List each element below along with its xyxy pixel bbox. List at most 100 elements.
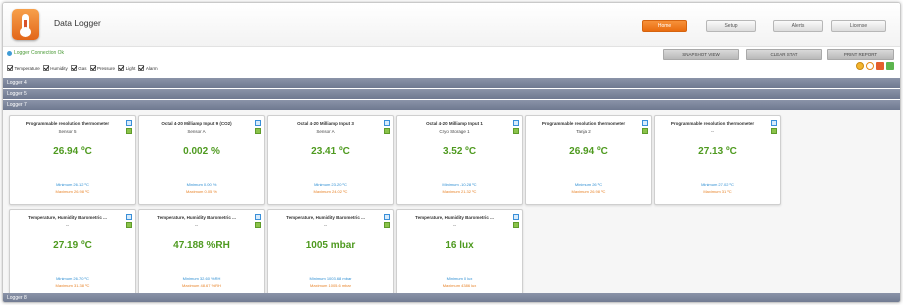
chart-icon[interactable] [255,128,261,134]
sensor-card-subtitle: Sensor A [187,129,206,134]
sensor-card-value: 1005 mbar [305,240,356,251]
filter-pressure-checkbox[interactable]: Pressure [89,65,115,71]
logger-bar-7[interactable]: Logger 7 [3,100,900,110]
filter-temperature-checkbox[interactable]: Temperature [7,65,40,71]
sensor-card-subtitle: Sensor A [316,129,335,134]
connection-text: Logger Connection Ok [14,50,65,56]
filter-humidity-checkbox[interactable]: Humidity [42,65,68,71]
sensor-card[interactable]: Temperature, Humidity Barometric ... -- … [267,209,394,299]
window-icon[interactable] [255,120,261,126]
window-icon[interactable] [771,120,777,126]
chart-icon[interactable] [255,222,261,228]
window-icon[interactable] [126,214,132,220]
window-icon[interactable] [513,120,519,126]
sensor-card-subtitle: -- [195,223,198,228]
sensor-card-subtitle: Sensor 5 [58,129,77,134]
sensor-card-value: 0.002 % [183,146,220,157]
sensor-card-value: 47.188 %RH [173,240,230,251]
sensor-card-maximum: Maximum 0.05 % [186,189,217,194]
sensor-card-value: 26.94 ºC [569,146,608,157]
sensor-card-title: Temperature, Humidity Barometric ... [286,215,365,220]
sensor-card[interactable]: Programmable resolution thermometer Tanj… [525,115,652,205]
logger-7-panel: Programmable resolution thermometer Sens… [3,110,900,299]
chart-icon[interactable] [126,222,132,228]
sensor-card[interactable]: Temperature, Humidity Barometric ... -- … [396,209,523,299]
sensor-card-minimum: Minimum 0 lux [446,276,473,281]
sensor-filter-row: Temperature Humidity Gas Pressure Light … [7,65,161,71]
clear-stat-button[interactable]: CLEAR STAT [746,49,822,60]
chart-icon[interactable] [384,128,390,134]
filter-alarm-checkbox[interactable]: Alarm [138,65,158,71]
grid-icon[interactable] [886,62,894,70]
window-icon[interactable] [126,120,132,126]
sensor-card-minimum: Minimum 0.00 % [186,182,217,187]
sensor-card-subtitle: -- [711,129,714,134]
connection-status: Logger Connection Ok [7,50,64,56]
logger-bar-4[interactable]: Logger 4 [3,78,900,88]
logger-bar-8[interactable]: Logger 8 [3,293,900,302]
sensor-card-subtitle: -- [453,223,456,228]
sensor-card-title: Programmable resolution thermometer [670,121,755,126]
window-icon[interactable] [513,214,519,220]
checkbox-icon [89,65,96,71]
filter-light-checkbox[interactable]: Light [118,65,135,71]
sensor-card-maximum: Maximum 21.32 ºC [442,189,477,194]
chart-icon[interactable] [384,222,390,228]
logger-bar-5[interactable]: Logger 5 [3,89,900,99]
sensor-card-minimum: Minimum -10.28 ºC [442,182,477,187]
sensor-card[interactable]: Temperature, Humidity Barometric ... -- … [9,209,136,299]
upload-icon[interactable] [866,62,874,70]
app-title: Data Logger [54,18,101,28]
nav-setup-button[interactable]: Setup [706,20,756,32]
snapshot-view-button[interactable]: SNAPSHOT VIEW [663,49,739,60]
sensor-card-title: Temperature, Humidity Barometric ... [157,215,236,220]
sensor-card-subtitle: Tanja 2 [576,129,591,134]
sensor-card-maximum: Maximum 4386 lux [442,283,477,288]
chart-icon[interactable] [771,128,777,134]
chart-icon[interactable] [126,128,132,134]
sensor-card-value: 16 lux [445,240,474,251]
sensor-card[interactable]: Programmable resolution thermometer Sens… [9,115,136,205]
sensor-card[interactable]: Programmable resolution thermometer -- 2… [654,115,781,205]
sensor-card-title: Programmable resolution thermometer [25,121,110,126]
chart-icon[interactable] [642,128,648,134]
sensor-card-minimum: Minimum 26 ºC [574,182,603,187]
connection-icon [7,50,12,56]
print-report-button[interactable]: PRINT REPORT [827,49,894,60]
sensor-card-maximum: Maximum 48.67 %RH [182,283,221,288]
sensor-card-value: 27.19 ºC [53,240,92,251]
window-icon[interactable] [255,214,261,220]
sensor-card-value: 3.52 ºC [442,146,477,157]
sensor-card-maximum: Maximum 31.38 ºC [55,283,90,288]
sensor-card[interactable]: Octal 4-20 Milliamp Input 1 Cryo Storage… [396,115,523,205]
chart-icon[interactable] [513,222,519,228]
sensor-card-maximum: Maximum 26.98 ºC [55,189,90,194]
sensor-card-maximum: Maximum 26.98 ºC [571,189,606,194]
checkbox-icon [42,65,49,71]
window-icon[interactable] [384,214,390,220]
nav-alerts-button[interactable]: Alerts [773,20,823,32]
sensor-card-title: Temperature, Humidity Barometric ... [415,215,494,220]
nav-license-button[interactable]: License [831,20,886,32]
export-icon[interactable] [876,62,884,70]
sensor-card-minimum: Minimum 27.02 ºC [701,182,734,187]
sensor-card-subtitle: -- [324,223,327,228]
sensor-card-title: Temperature, Humidity Barometric ... [28,215,107,220]
sensor-card-title: Octal 4-20 Milliamp Input 9 (CO2) [161,121,232,126]
chart-icon[interactable] [513,128,519,134]
filter-gas-checkbox[interactable]: Gas [70,65,87,71]
window-icon[interactable] [384,120,390,126]
nav-home-button[interactable]: Home [642,20,687,32]
app-window: Data Logger Home Setup Alerts License Lo… [2,2,901,303]
sensor-card-value: 27.13 ºC [698,146,737,157]
sensor-card-maximum: Maximum 1005.6 mbar [310,283,351,288]
sensor-card[interactable]: Octal 4-20 Milliamp Input 3 Sensor A 23.… [267,115,394,205]
sensor-card[interactable]: Octal 4-20 Milliamp Input 9 (CO2) Sensor… [138,115,265,205]
sensor-card-maximum: Maximum 24.02 ºC [313,189,348,194]
window-icon[interactable] [642,120,648,126]
sensor-card-minimum: Minimum 26.12 ºC [56,182,89,187]
sensor-card-subtitle: -- [66,223,69,228]
sun-icon[interactable] [856,62,864,70]
sensor-card-value: 23.41 ºC [311,146,350,157]
sensor-card[interactable]: Temperature, Humidity Barometric ... -- … [138,209,265,299]
